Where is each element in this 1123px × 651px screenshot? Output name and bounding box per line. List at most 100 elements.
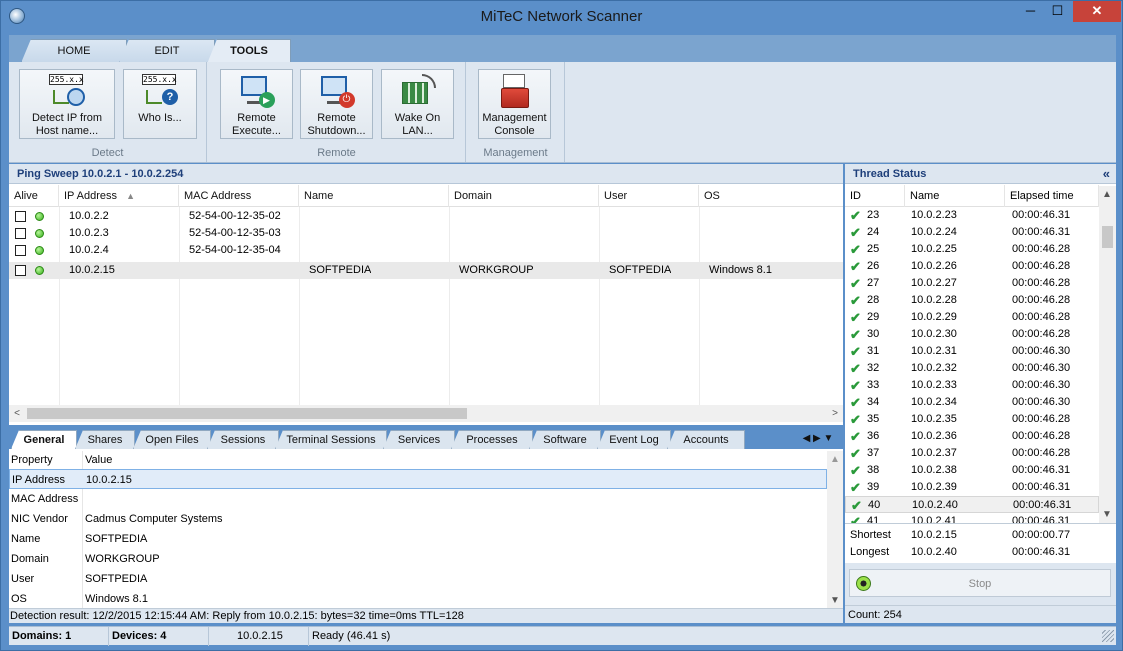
scroll-down-icon[interactable]: ▼ — [827, 592, 843, 609]
col-value[interactable]: Value — [85, 451, 112, 470]
list-item[interactable]: ✔ 27 10.0.2.27 00:00:46.28 — [845, 275, 1099, 292]
status-devices: Devices: 4 — [109, 627, 209, 646]
sweep-column-headers: Alive IP Address ▲ MAC Address Name Doma… — [9, 185, 843, 207]
tab-scroll-arrows[interactable]: ◀ ▶ ▼ — [795, 430, 841, 448]
main-window: MiTeC Network Scanner ─ ☐ ✕ HOME EDIT TO… — [0, 0, 1123, 651]
tab-tools[interactable]: TOOLS — [207, 39, 291, 64]
tab-sessions[interactable]: Sessions — [207, 430, 279, 449]
check-icon: ✔ — [850, 225, 861, 240]
tab-accounts[interactable]: Accounts — [667, 430, 745, 449]
row-checkbox[interactable] — [15, 245, 26, 256]
col-elapsed-time[interactable]: Elapsed time — [1005, 185, 1099, 207]
col-domain[interactable]: Domain — [449, 185, 599, 207]
stop-bar: Stop — [845, 563, 1116, 605]
col-ip-address[interactable]: IP Address ▲ — [59, 185, 179, 207]
check-icon: ✔ — [850, 327, 861, 342]
scroll-left-icon[interactable]: < — [9, 405, 25, 422]
list-item[interactable]: ✔ 36 10.0.2.36 00:00:46.28 — [845, 428, 1099, 445]
row-checkbox[interactable] — [15, 228, 26, 239]
remote-execute-button[interactable]: ▶ Remote Execute... — [220, 69, 293, 139]
tab-software[interactable]: Software — [529, 430, 601, 449]
status-domains: Domains: 1 — [9, 627, 109, 646]
remote-shutdown-button[interactable]: ⏻ Remote Shutdown... — [300, 69, 373, 139]
thread-vertical-scrollbar[interactable]: ▲ ▼ — [1099, 186, 1116, 523]
property-row[interactable]: Domain WORKGROUP — [9, 549, 827, 569]
list-item[interactable]: ✔ 32 10.0.2.32 00:00:46.30 — [845, 360, 1099, 377]
tab-shares[interactable]: Shares — [75, 430, 135, 449]
details-tab-strip: General Shares Open Files Sessions Termi… — [9, 427, 843, 449]
tab-home[interactable]: HOME — [21, 39, 127, 63]
property-row[interactable]: OS Windows 8.1 — [9, 589, 827, 608]
whois-button[interactable]: 255.x.x ? Who Is... — [123, 69, 197, 139]
col-property[interactable]: Property — [11, 451, 53, 470]
col-thread-name[interactable]: Name — [905, 185, 1005, 207]
management-console-button[interactable]: Management Console — [478, 69, 551, 139]
property-row[interactable]: MAC Address — [9, 489, 827, 509]
tab-processes[interactable]: Processes — [451, 430, 533, 449]
property-row[interactable]: IP Address 10.0.2.15 — [9, 469, 827, 489]
table-row[interactable]: 10.0.2.4 52-54-00-12-35-04 — [9, 242, 843, 259]
tab-open-files[interactable]: Open Files — [133, 430, 211, 449]
check-icon: ✔ — [850, 293, 861, 308]
list-item[interactable]: ✔ 23 10.0.2.23 00:00:46.31 — [845, 207, 1099, 224]
summary-shortest: Shortest 10.0.2.15 00:00:00.77 — [850, 529, 1071, 541]
list-item[interactable]: ✔ 26 10.0.2.26 00:00:46.28 — [845, 258, 1099, 275]
property-row[interactable]: NIC Vendor Cadmus Computer Systems — [9, 509, 827, 529]
list-item[interactable]: ✔ 24 10.0.2.24 00:00:46.31 — [845, 224, 1099, 241]
details-vertical-scrollbar[interactable]: ▲ ▼ — [827, 451, 843, 609]
table-row[interactable]: 10.0.2.15 SOFTPEDIA WORKGROUP SOFTPEDIA … — [9, 262, 843, 279]
ribbon-toolbar: 255.x.x Detect IP from Host name... 255.… — [9, 62, 1116, 163]
scroll-thumb[interactable] — [27, 408, 467, 419]
col-name[interactable]: Name — [299, 185, 449, 207]
sweep-horizontal-scrollbar[interactable]: < > — [9, 405, 843, 422]
col-user[interactable]: User — [599, 185, 699, 207]
collapse-panel-icon[interactable]: « — [1103, 164, 1110, 184]
check-icon: ✔ — [850, 242, 861, 257]
minimize-button[interactable]: ─ — [1017, 1, 1044, 22]
scroll-right-icon[interactable]: > — [827, 405, 843, 422]
list-item[interactable]: ✔ 33 10.0.2.33 00:00:46.30 — [845, 377, 1099, 394]
list-item[interactable]: ✔ 28 10.0.2.28 00:00:46.28 — [845, 292, 1099, 309]
tab-event-log[interactable]: Event Log — [597, 430, 671, 449]
list-item[interactable]: ✔ 39 10.0.2.39 00:00:46.31 — [845, 479, 1099, 496]
close-button[interactable]: ✕ — [1073, 1, 1121, 22]
list-item[interactable]: ✔ 40 10.0.2.40 00:00:46.31 — [845, 496, 1099, 513]
maximize-button[interactable]: ☐ — [1044, 1, 1071, 22]
property-row[interactable]: Name SOFTPEDIA — [9, 529, 827, 549]
table-row[interactable]: 10.0.2.3 52-54-00-12-35-03 — [9, 225, 843, 242]
list-item[interactable]: ✔ 41 10.0.2.41 00:00:46.31 — [845, 513, 1099, 523]
col-mac-address[interactable]: MAC Address — [179, 185, 299, 207]
remote-execute-label: Remote Execute... — [232, 112, 281, 137]
property-row[interactable]: User SOFTPEDIA — [9, 569, 827, 589]
list-item[interactable]: ✔ 25 10.0.2.25 00:00:46.28 — [845, 241, 1099, 258]
col-os[interactable]: OS — [699, 185, 843, 207]
col-id[interactable]: ID — [845, 185, 905, 207]
tab-edit[interactable]: EDIT — [119, 39, 215, 63]
resize-grip-icon[interactable] — [1102, 630, 1114, 642]
detect-ip-icon: 255.x.x — [47, 74, 87, 110]
list-item[interactable]: ✔ 29 10.0.2.29 00:00:46.28 — [845, 309, 1099, 326]
row-checkbox[interactable] — [15, 265, 26, 276]
tab-services[interactable]: Services — [383, 430, 455, 449]
sort-asc-icon: ▲ — [126, 191, 135, 201]
list-item[interactable]: ✔ 35 10.0.2.35 00:00:46.28 — [845, 411, 1099, 428]
stop-button[interactable]: Stop — [849, 569, 1111, 597]
wake-on-lan-button[interactable]: Wake On LAN... — [381, 69, 454, 139]
scroll-up-icon[interactable]: ▲ — [827, 451, 843, 468]
scroll-up-icon[interactable]: ▲ — [1099, 186, 1115, 203]
col-alive[interactable]: Alive — [9, 185, 59, 207]
wake-on-lan-icon — [398, 74, 438, 110]
scroll-thumb[interactable] — [1102, 226, 1113, 248]
detect-ip-button[interactable]: 255.x.x Detect IP from Host name... — [19, 69, 115, 139]
list-item[interactable]: ✔ 34 10.0.2.34 00:00:46.30 — [845, 394, 1099, 411]
table-row[interactable]: 10.0.2.2 52-54-00-12-35-02 — [9, 208, 843, 225]
list-item[interactable]: ✔ 31 10.0.2.31 00:00:46.30 — [845, 343, 1099, 360]
row-checkbox[interactable] — [15, 211, 26, 222]
tab-terminal-sessions[interactable]: Terminal Sessions — [275, 430, 387, 449]
status-ready: Ready (46.41 s) — [312, 630, 391, 642]
list-item[interactable]: ✔ 37 10.0.2.37 00:00:46.28 — [845, 445, 1099, 462]
scroll-down-icon[interactable]: ▼ — [1099, 506, 1115, 523]
tab-general[interactable]: General — [11, 430, 77, 449]
list-item[interactable]: ✔ 30 10.0.2.30 00:00:46.28 — [845, 326, 1099, 343]
list-item[interactable]: ✔ 38 10.0.2.38 00:00:46.31 — [845, 462, 1099, 479]
